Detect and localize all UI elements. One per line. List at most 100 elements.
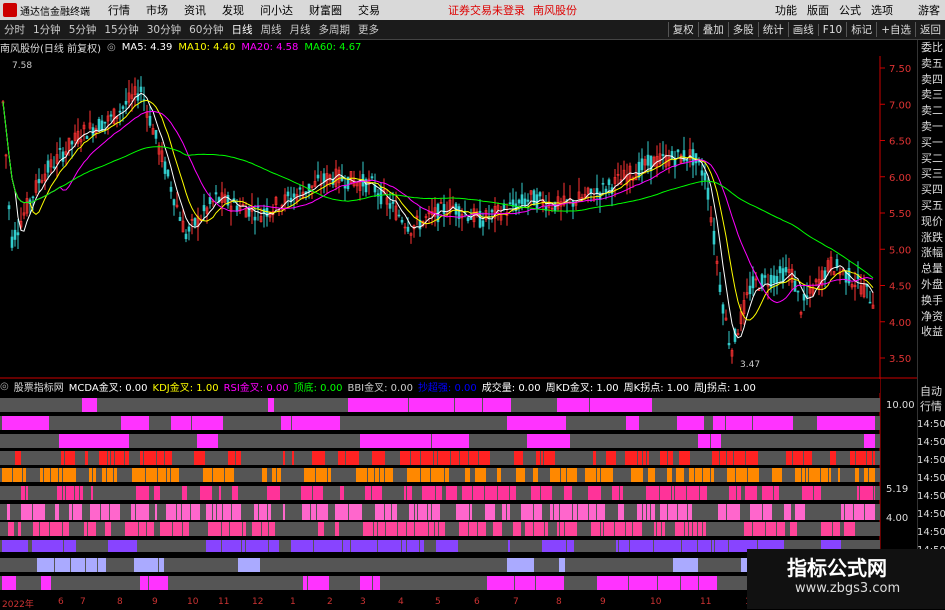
side-label-17: 净资 xyxy=(921,309,943,323)
period-monthly[interactable]: 月线 xyxy=(290,22,311,37)
candle-body xyxy=(307,183,311,192)
period-multi[interactable]: 多周期 xyxy=(319,22,351,37)
draw-button[interactable]: 画线 xyxy=(787,22,818,37)
login-notice[interactable]: 证券交易未登录 xyxy=(448,2,525,18)
indicator-bar xyxy=(470,504,472,520)
candle-body xyxy=(661,154,665,157)
period-tick[interactable]: 分时 xyxy=(4,22,25,37)
menu-trade[interactable]: 交易 xyxy=(358,2,380,18)
indicator-bar xyxy=(64,540,76,552)
indicator-bar xyxy=(630,540,653,552)
x-tick-15: 8 xyxy=(556,597,562,607)
indicator-bar xyxy=(33,522,39,536)
indicator-bar xyxy=(317,504,328,520)
menu-quotes[interactable]: 行情 xyxy=(108,2,130,18)
indicator-bar xyxy=(438,451,450,465)
candle-body xyxy=(400,219,404,223)
indicator-bar xyxy=(392,504,397,520)
indicator-bar xyxy=(222,522,229,536)
indicator-bar xyxy=(88,522,96,536)
indicator-bar xyxy=(192,416,223,430)
stats-button[interactable]: 统计 xyxy=(757,22,788,37)
user-guest[interactable]: 游客 xyxy=(918,2,940,18)
menu-discover[interactable]: 发现 xyxy=(222,2,244,18)
auto-label[interactable]: 自动 xyxy=(917,384,945,399)
x-tick-6: 11 xyxy=(218,597,230,607)
multi-stock-button[interactable]: 多股 xyxy=(727,22,758,37)
candle-body xyxy=(52,166,56,169)
candle-body xyxy=(718,284,722,292)
indicator-bar xyxy=(874,486,875,500)
indicator-bar xyxy=(485,486,497,500)
y-tick-8: 3.50 xyxy=(889,354,911,365)
indicator-bar xyxy=(698,522,702,536)
indicator-bar xyxy=(314,540,342,552)
indicator-settings-icon[interactable]: ◎ xyxy=(0,381,9,392)
period-daily[interactable]: 日线 xyxy=(232,22,253,37)
indicator-bar xyxy=(407,468,420,482)
indicator-bar xyxy=(373,576,380,590)
indicator-bar xyxy=(727,504,740,520)
indicator-bar xyxy=(268,504,271,520)
indicator-bar xyxy=(13,468,22,482)
indicator-bar xyxy=(557,522,559,536)
f10-button[interactable]: F10 xyxy=(817,23,846,36)
indicator-bar xyxy=(312,451,325,465)
period-15min[interactable]: 15分钟 xyxy=(104,22,138,37)
period-more[interactable]: 更多 xyxy=(358,22,379,37)
add-watchlist-button[interactable]: +自选 xyxy=(876,22,915,37)
indicator-bar xyxy=(335,504,348,520)
candle-body xyxy=(31,196,35,199)
menu-layout[interactable]: 版面 xyxy=(807,2,829,18)
period-5min[interactable]: 5分钟 xyxy=(69,22,97,37)
candle-body xyxy=(703,172,707,181)
menu-options[interactable]: 选项 xyxy=(871,2,893,18)
indicator-bar xyxy=(790,522,797,536)
indicator-bar xyxy=(830,451,836,465)
indicator-bar xyxy=(182,486,187,500)
indicator-bar xyxy=(521,504,533,520)
settings-icon[interactable]: ◎ xyxy=(107,42,116,53)
overlay-button[interactable]: 叠加 xyxy=(697,22,728,37)
quote-label[interactable]: 行情 xyxy=(917,399,945,414)
menu-function[interactable]: 功能 xyxy=(775,2,797,18)
indicator-bar xyxy=(160,522,172,536)
indicator-bar xyxy=(559,558,565,572)
indicator-bar xyxy=(139,522,146,536)
indicator-bar xyxy=(85,451,88,465)
period-30min[interactable]: 30分钟 xyxy=(147,22,181,37)
menu-formula[interactable]: 公式 xyxy=(839,2,861,18)
mark-button[interactable]: 标记 xyxy=(846,22,876,37)
indicator-bar xyxy=(573,504,577,520)
side-label-12: 涨跌 xyxy=(921,230,943,244)
indicator-bar xyxy=(864,434,875,448)
x-tick-18: 11 xyxy=(700,597,712,607)
adjust-button[interactable]: 复权 xyxy=(667,22,698,37)
indicator-bar xyxy=(348,398,408,412)
indicator-bar xyxy=(677,416,704,430)
kline-chart[interactable]: 7.50 7.00 6.50 6.00 5.50 5.00 4.50 4.00 3.50 7.5… xyxy=(0,56,917,597)
indicator-bar xyxy=(98,558,106,572)
indicator-bar xyxy=(291,540,313,552)
indicator-bar xyxy=(809,468,820,482)
menu-info[interactable]: 资讯 xyxy=(184,2,206,18)
candle-body xyxy=(700,170,704,176)
period-60min[interactable]: 60分钟 xyxy=(189,22,223,37)
indicator-bar xyxy=(700,486,707,500)
menu-ask[interactable]: 问小达 xyxy=(260,2,293,18)
back-button[interactable]: 返回 xyxy=(915,22,945,37)
indicator-bar xyxy=(63,468,76,482)
menu-wealth[interactable]: 财富圈 xyxy=(309,2,342,18)
side-label-11: 现价 xyxy=(921,214,943,228)
indicator-bar xyxy=(183,522,189,536)
indicator-bar xyxy=(502,504,506,520)
period-weekly[interactable]: 周线 xyxy=(261,22,282,37)
candle-body xyxy=(97,118,101,132)
period-1min[interactable]: 1分钟 xyxy=(33,22,61,37)
indicator-bar xyxy=(149,576,168,590)
indicator-bar xyxy=(173,522,182,536)
menu-market[interactable]: 市场 xyxy=(146,2,168,18)
indicator-bar xyxy=(407,522,414,536)
indicator-bar xyxy=(436,486,442,500)
low-label: 3.47 xyxy=(740,360,760,370)
